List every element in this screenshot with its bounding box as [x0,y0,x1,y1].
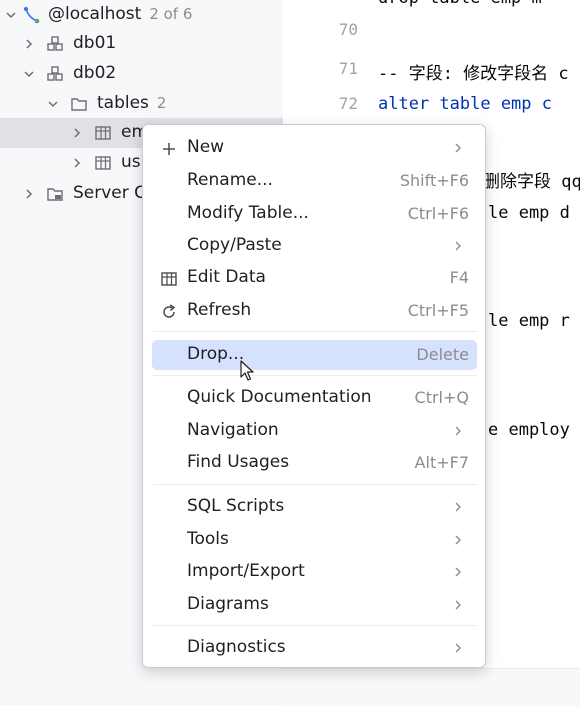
table-icon [161,272,177,286]
submenu-arrow-icon [455,143,461,153]
submenu-arrow-icon [455,426,461,436]
menu-separator [153,625,477,626]
chevron-right-icon[interactable] [71,127,83,139]
tree-label-server-objects: Server C [73,183,147,203]
server-folder-icon [47,188,63,201]
menu-item-diagrams[interactable]: Diagrams [152,590,477,620]
menu-item-quick-documentation[interactable]: Quick Documentation Ctrl+Q [152,383,477,413]
menu-item-sql-scripts[interactable]: SQL Scripts [152,492,477,522]
chevron-right-icon[interactable] [23,188,35,200]
menu-item-shortcut: Ctrl+F5 [407,301,469,320]
menu-item-new[interactable]: New [152,133,477,163]
menu-item-copy-paste[interactable]: Copy/Paste [152,231,477,261]
menu-item-diagnostics[interactable]: Diagnostics [152,633,477,663]
tree-node-db02[interactable]: db02 [0,59,283,89]
schema-icon [47,66,63,81]
submenu-arrow-icon [455,567,461,577]
tree-label-db01: db01 [73,33,117,53]
mouse-cursor-icon [240,360,254,381]
menu-item-label: Drop... [187,344,245,364]
code-line-partial-top: drop table emp m [378,0,542,8]
menu-item-label: Navigation [187,420,279,440]
tree-label-table-user: us [121,152,141,172]
menu-item-shortcut: Ctrl+Q [414,388,469,407]
menu-item-import-export[interactable]: Import/Export [152,557,477,587]
menu-item-label: Diagrams [187,594,269,614]
line-number: 71 [338,59,358,78]
menu-separator [153,331,477,332]
menu-item-drop[interactable]: Drop... Delete [152,340,477,370]
menu-item-modify-table[interactable]: Modify Table... Ctrl+F6 [152,199,477,229]
menu-item-tools[interactable]: Tools [152,525,477,555]
code-fragment-b: le emp r [488,311,570,331]
menu-item-label: Diagnostics [187,637,286,657]
tree-label-localhost: @localhost [48,4,142,24]
code-comment-fragment: 删除字段 qq [483,172,580,192]
menu-item-label: Modify Table... [187,203,309,223]
context-menu: New Rename... Shift+F6 Modify Table... C… [142,124,486,668]
code-line-alter: alter table emp c [378,94,552,114]
code-line-comment: -- 字段: 修改字段名 c [378,64,569,84]
chevron-right-icon[interactable] [71,157,83,169]
tree-count-localhost: 2 of 6 [149,5,193,23]
chevron-down-icon[interactable] [5,9,17,21]
menu-item-label: Quick Documentation [187,387,372,407]
menu-separator [153,375,477,376]
menu-item-label: Copy/Paste [187,235,282,255]
submenu-arrow-icon [455,502,461,512]
code-fragment-a: le emp d [488,203,570,223]
menu-item-label: New [187,137,225,157]
menu-item-label: Tools [187,529,229,549]
line-number: 70 [338,20,358,39]
refresh-icon [163,304,176,318]
menu-separator [153,484,477,485]
menu-item-label: SQL Scripts [187,496,285,516]
code-fragment-c: e employ [488,420,570,440]
code-alter-text: alter table emp c [378,94,552,114]
submenu-arrow-icon [455,535,461,545]
submenu-arrow-icon [455,241,461,251]
chevron-right-icon[interactable] [23,38,35,50]
table-icon [95,126,111,140]
table-icon [95,156,111,170]
menu-item-rename[interactable]: Rename... Shift+F6 [152,166,477,196]
menu-item-label: Import/Export [187,561,305,581]
menu-item-label: Edit Data [187,267,266,287]
menu-item-label: Rename... [187,170,273,190]
submenu-arrow-icon [455,600,461,610]
chevron-down-icon[interactable] [47,98,59,110]
menu-item-find-usages[interactable]: Find Usages Alt+F7 [152,448,477,478]
menu-item-refresh[interactable]: Refresh Ctrl+F5 [152,296,477,326]
tree-count-tables: 2 [156,94,167,112]
schema-icon [47,36,63,51]
tree-label-tables: tables [97,93,149,113]
tree-node-tables[interactable]: tables 2 [0,89,283,119]
tree-label-db02: db02 [73,63,117,83]
datasource-icon [24,7,40,24]
folder-icon [71,98,87,111]
tree-node-db01[interactable]: db01 [0,29,283,59]
menu-item-navigation[interactable]: Navigation [152,416,477,446]
tree-node-localhost[interactable]: @localhost 2 of 6 [0,0,283,30]
menu-item-label: Find Usages [187,452,290,472]
editor-bottom-bar [283,668,580,706]
menu-item-edit-data[interactable]: Edit Data F4 [152,263,477,293]
line-number: 72 [338,94,358,113]
menu-item-shortcut: Alt+F7 [414,453,469,472]
submenu-arrow-icon [455,643,461,653]
chevron-down-icon[interactable] [23,68,35,80]
menu-item-shortcut: Ctrl+F6 [407,204,469,223]
menu-item-shortcut: F4 [449,268,469,287]
menu-item-label: Refresh [187,300,252,320]
plus-icon [163,143,175,155]
menu-item-shortcut: Shift+F6 [399,171,469,190]
menu-item-shortcut: Delete [416,345,469,364]
